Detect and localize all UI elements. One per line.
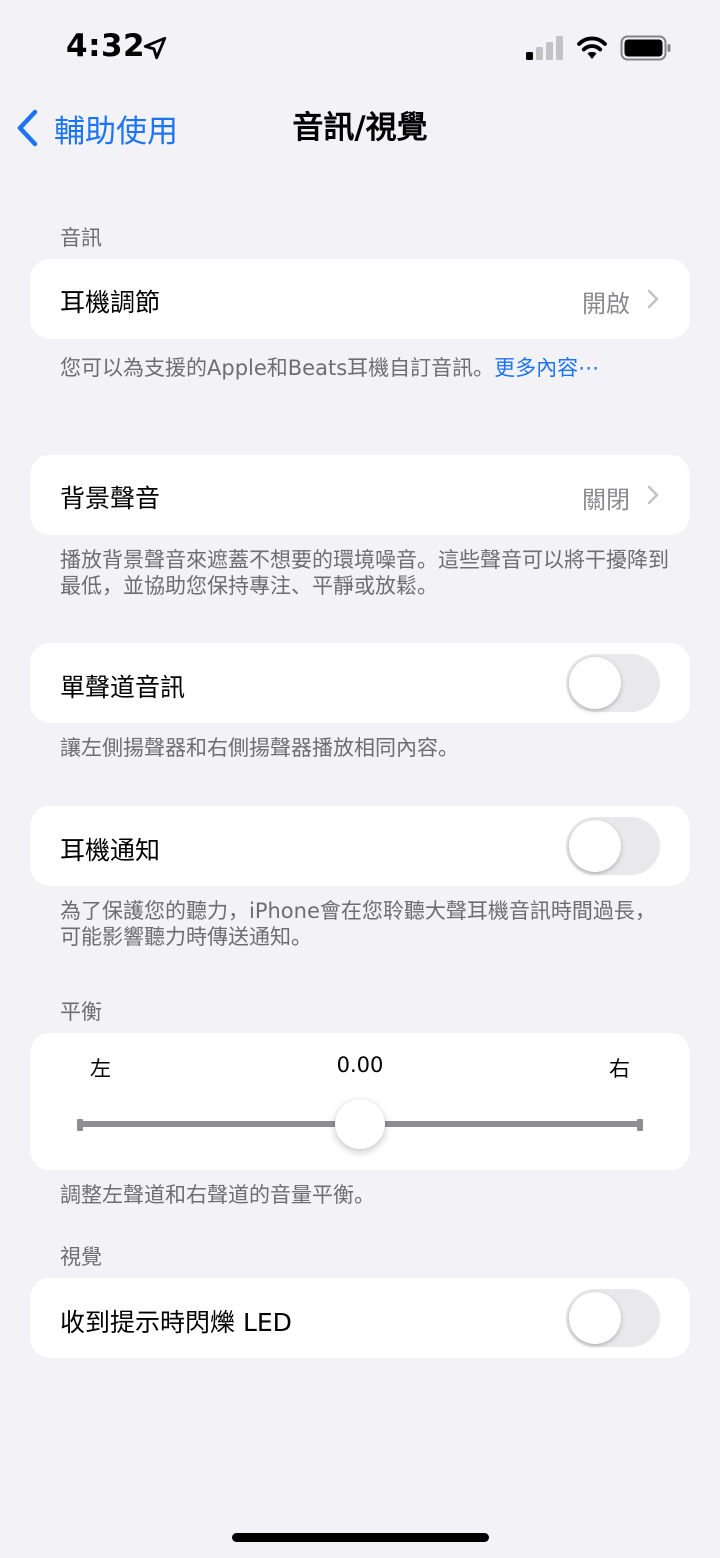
section-header-balance: 平衡: [60, 1000, 102, 1024]
cellular-signal-icon: [526, 36, 563, 60]
balance-value: 0.00: [336, 1053, 384, 1077]
footer-text: 您可以為支援的Apple和Beats耳機自訂音訊。: [60, 356, 495, 380]
balance-card: 左 0.00 右: [30, 1033, 690, 1170]
headphone-notifications-row: 耳機通知: [30, 806, 690, 886]
balance-right-label: 右: [609, 1057, 630, 1081]
chevron-right-icon: [647, 289, 659, 309]
section-header-audio: 音訊: [60, 226, 102, 250]
more-info-link[interactable]: 更多內容⋯: [494, 356, 599, 380]
background-sounds-row[interactable]: 背景聲音 關閉: [30, 455, 690, 535]
mono-audio-row: 單聲道音訊: [30, 643, 690, 723]
mono-audio-toggle[interactable]: [566, 654, 660, 712]
led-flash-toggle[interactable]: [566, 1289, 660, 1347]
back-button[interactable]: 輔助使用: [14, 106, 178, 150]
toggle-knob: [569, 657, 621, 709]
balance-slider-thumb[interactable]: [335, 1099, 385, 1149]
section-header-visual: 視覺: [60, 1245, 102, 1269]
balance-slider-right-cap: [637, 1119, 643, 1131]
balance-slider-left-cap: [77, 1119, 83, 1131]
footer-headphone-accommodations: 您可以為支援的Apple和Beats耳機自訂音訊。更多內容⋯: [60, 355, 670, 381]
footer-mono-audio: 讓左側揚聲器和右側揚聲器播放相同內容。: [60, 736, 459, 760]
headphone-notifications-toggle[interactable]: [566, 817, 660, 875]
footer-headphone-notifications: 為了保護您的聽力，iPhone會在您聆聽大聲耳機音訊時間過長，可能影響聽力時傳送…: [60, 899, 656, 949]
chevron-left-icon: [17, 109, 38, 147]
row-value: 開啟: [582, 290, 630, 318]
location-arrow-icon: [143, 36, 167, 60]
row-label: 背景聲音: [60, 484, 161, 513]
wifi-icon: [577, 36, 607, 59]
headphone-accommodations-row[interactable]: 耳機調節 開啟: [30, 259, 690, 339]
row-label: 收到提示時閃爍 LED: [60, 1308, 292, 1337]
toggle-knob: [569, 1292, 621, 1344]
led-flash-row: 收到提示時閃爍 LED: [30, 1278, 690, 1358]
status-time: 4:32: [66, 28, 146, 64]
footer-background-sounds: 播放背景聲音來遮蓋不想要的環境噪音。這些聲音可以將干擾降到最低，並協助您保持專注…: [60, 548, 669, 598]
footer-balance: 調整左聲道和右聲道的音量平衡。: [60, 1183, 375, 1207]
toggle-knob: [569, 820, 621, 872]
home-indicator[interactable]: [232, 1533, 489, 1542]
row-label: 單聲道音訊: [60, 673, 186, 702]
row-label: 耳機通知: [60, 836, 161, 865]
row-label: 耳機調節: [60, 288, 161, 317]
row-value: 關閉: [582, 486, 630, 514]
back-button-label: 輔助使用: [54, 113, 178, 150]
chevron-right-icon: [647, 485, 659, 505]
battery-icon: [620, 35, 671, 61]
